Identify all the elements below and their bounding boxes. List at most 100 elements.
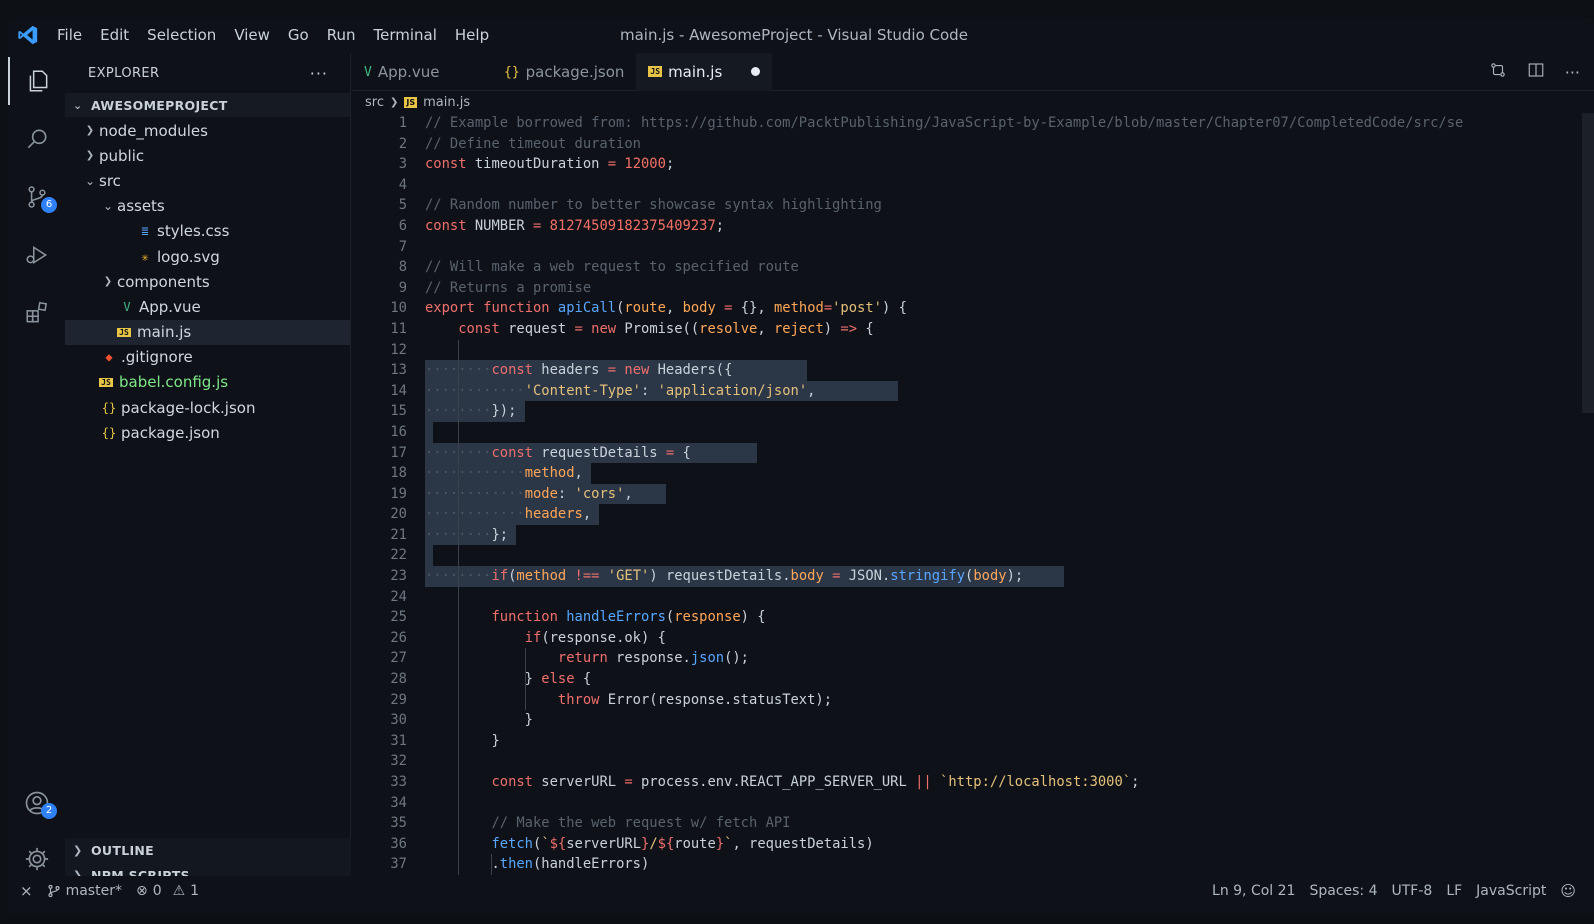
tab-main-js[interactable]: JS main.js [636, 53, 773, 91]
line-number: 19 [390, 485, 407, 502]
more-actions-icon[interactable]: ··· [1565, 63, 1580, 82]
tree-item--gitignore[interactable]: ◆ .gitignore [65, 345, 350, 370]
code-text: export function apiCall(route, body = {}… [425, 298, 907, 319]
source-control-icon[interactable]: 6 [8, 173, 65, 221]
tree-item-node-modules[interactable]: ❯ node_modules [65, 118, 350, 143]
code-editor[interactable]: 1 // Example borrowed from: https://githu… [352, 113, 1594, 881]
code-token: (response.ok) { [541, 629, 666, 646]
code-token: if [491, 568, 509, 585]
code-token: ) [823, 320, 841, 337]
indent-guide [458, 792, 460, 814]
code-line: 18 ············method, [352, 463, 1594, 484]
tree-item-main-js[interactable]: JS main.js [65, 319, 350, 345]
indentation[interactable]: Spaces: 4 [1309, 883, 1377, 899]
more-actions-icon[interactable]: ··· [310, 64, 328, 83]
extensions-icon[interactable] [8, 289, 65, 337]
code-token: 81274509182375409237 [549, 217, 716, 234]
menu-item-selection[interactable]: Selection [138, 17, 225, 53]
explorer-sidebar: EXPLORER ··· ⌄ AWESOMEPROJECT ❯ node_modu… [65, 53, 351, 888]
compare-changes-icon[interactable] [1489, 61, 1507, 83]
tree-item-package-lock-json[interactable]: {} package-lock.json [65, 395, 350, 420]
status-bar: ⨯ master* ⊗ 0 ⚠ 1 Ln 9, Col 21 Spaces: 4… [8, 876, 1594, 906]
code-token: route [674, 835, 716, 852]
code-text: } [425, 710, 533, 731]
tree-item-public[interactable]: ❯ public [65, 143, 350, 168]
end-of-line[interactable]: LF [1446, 883, 1462, 899]
menu-item-help[interactable]: Help [446, 17, 498, 53]
code-line: 29 throw Error(response.statusText); [352, 689, 1594, 711]
menu-item-terminal[interactable]: Terminal [365, 17, 446, 53]
menu-item-run[interactable]: Run [318, 17, 365, 53]
tree-item-styles-css[interactable]: ≣ styles.css [65, 219, 350, 244]
tree-item-logo-svg[interactable]: ✳ logo.svg [65, 244, 350, 269]
tab-app-vue[interactable]: V App.vue [352, 53, 492, 91]
menu-item-view[interactable]: View [225, 17, 279, 53]
code-token: , [665, 300, 683, 317]
vscode-logo-icon [8, 24, 48, 46]
menu-item-file[interactable]: File [48, 17, 91, 53]
selection-highlight [425, 421, 434, 443]
tab-package-json[interactable]: {} package.json [492, 53, 636, 91]
line-number: 33 [390, 774, 407, 790]
code-text: const serverURL = process.env.REACT_APP_… [425, 772, 1139, 793]
branch-indicator[interactable]: master* [47, 883, 122, 899]
code-token: ${ [657, 835, 675, 852]
vertical-scrollbar[interactable] [1582, 113, 1594, 413]
split-editor-icon[interactable] [1527, 61, 1545, 83]
chevron-down-icon: ⌄ [73, 98, 83, 112]
outline-section[interactable]: ❯ OUTLINE [65, 838, 351, 863]
code-text: ········const requestDetails = { [425, 443, 691, 464]
code-token: ); [1006, 568, 1024, 585]
feedback-icon[interactable]: ☺ [1560, 882, 1576, 900]
tree-item-label: public [99, 146, 145, 165]
line-number: 28 [390, 671, 407, 688]
tree-item-src[interactable]: ⌄ src [65, 168, 350, 193]
tree-item-label: src [99, 171, 121, 190]
code-text: ············mode: 'cors', [425, 484, 633, 505]
tree-item-label: styles.css [157, 222, 230, 241]
breadcrumb-file[interactable]: main.js [423, 95, 470, 110]
code-token: ) { [740, 609, 766, 626]
code-token: body [790, 568, 824, 585]
encoding[interactable]: UTF-8 [1392, 883, 1433, 899]
code-token: response [674, 609, 741, 626]
json-file-icon: {} [101, 425, 117, 440]
search-icon[interactable] [8, 115, 65, 163]
code-token: process.env.REACT_APP_SERVER_URL [632, 774, 916, 790]
cursor-position[interactable]: Ln 9, Col 21 [1212, 883, 1295, 899]
language-mode[interactable]: JavaScript [1476, 883, 1546, 899]
tree-item-assets[interactable]: ⌄ assets [65, 194, 350, 219]
project-folder-header[interactable]: ⌄ AWESOMEPROJECT [65, 93, 350, 117]
menu-item-go[interactable]: Go [279, 17, 318, 53]
problems-indicator[interactable]: ⊗ 0 ⚠ 1 [136, 883, 199, 899]
tree-item-babel-config-js[interactable]: JS babel.config.js [65, 370, 350, 395]
code-line: 34 [352, 792, 1594, 814]
code-line: 17 ········const requestDetails = { [352, 442, 1594, 464]
code-text: // Returns a promise [425, 278, 591, 299]
accounts-icon[interactable]: 2 [8, 779, 65, 827]
run-debug-icon[interactable] [8, 231, 65, 279]
code-text: if(response.ok) { [425, 628, 666, 649]
code-text: fetch(`${serverURL}/${route}`, requestDe… [425, 834, 873, 855]
tree-item-app-vue[interactable]: V App.vue [65, 294, 350, 319]
tree-item-components[interactable]: ❯ components [65, 269, 350, 294]
code-token: ············ [425, 506, 525, 523]
code-token: response. [607, 650, 691, 667]
code-token: if [524, 629, 542, 646]
code-line: 22 [352, 545, 1594, 567]
code-text: ············headers, [425, 504, 591, 525]
explorer-icon[interactable] [8, 57, 65, 105]
menu-item-edit[interactable]: Edit [91, 17, 138, 53]
code-token: serverURL [533, 774, 625, 790]
code-token: // Example borrowed from: https://github… [425, 115, 1464, 131]
breadcrumb-folder[interactable]: src [365, 95, 384, 110]
code-token: / [649, 835, 658, 852]
code-line: 11 const request = new Promise((resolve,… [352, 319, 1594, 340]
tab-label: App.vue [377, 63, 440, 81]
selection-highlight [425, 545, 434, 567]
line-number: 22 [390, 547, 407, 564]
remote-icon[interactable]: ⨯ [20, 882, 33, 900]
tree-item-package-json[interactable]: {} package.json [65, 420, 350, 445]
unsaved-dot-icon[interactable] [751, 67, 761, 76]
